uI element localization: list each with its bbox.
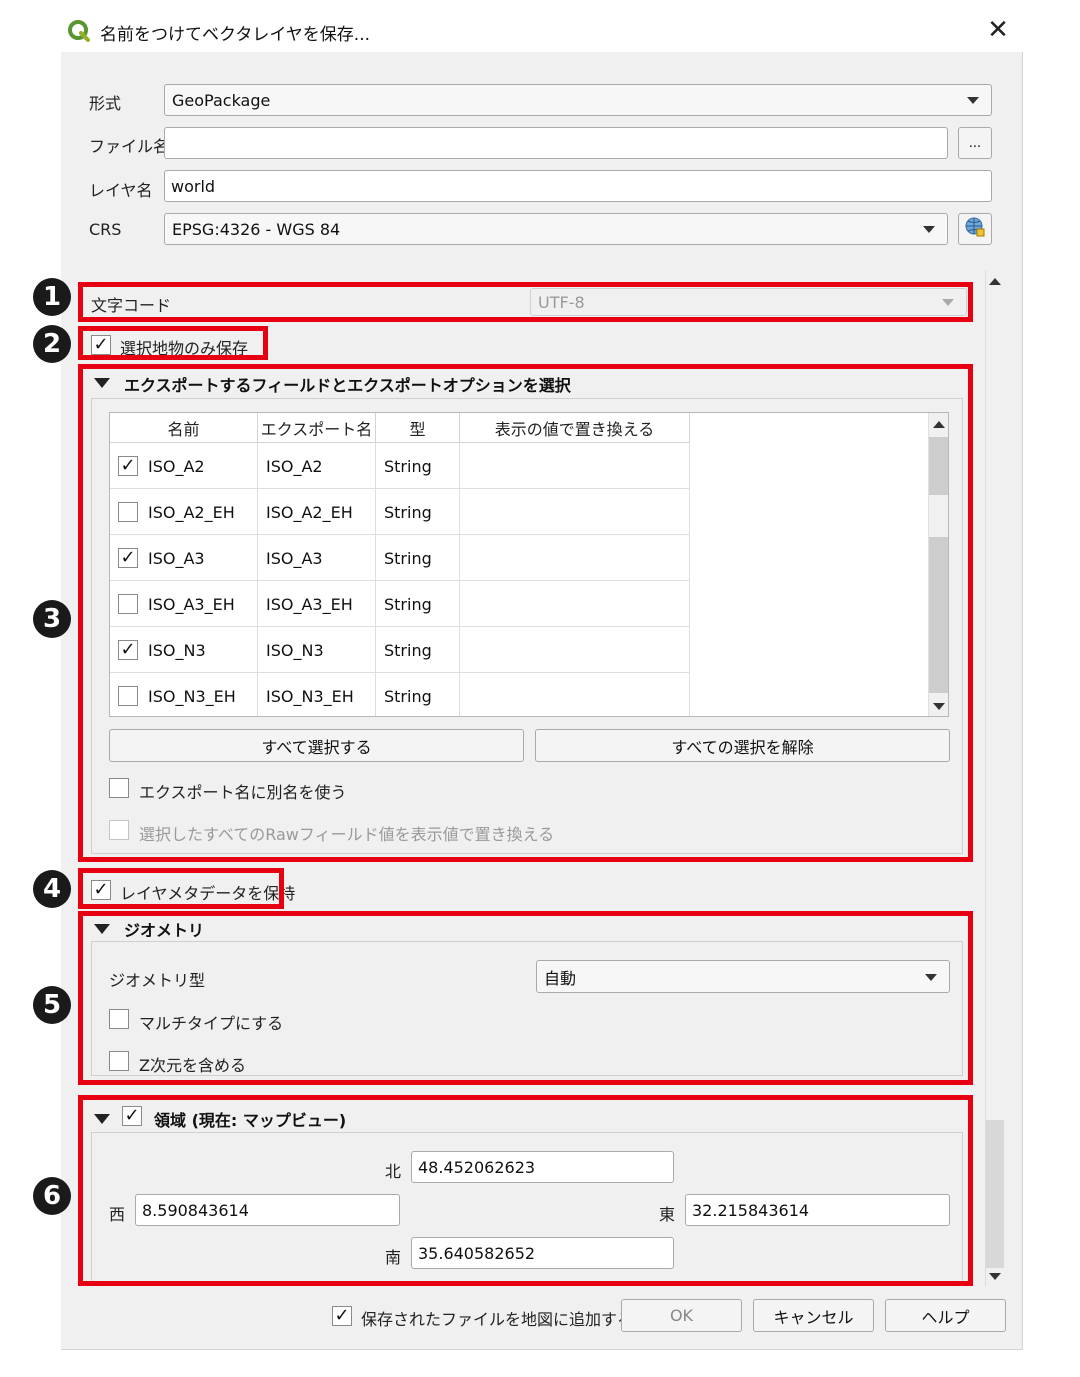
qgis-app-icon bbox=[67, 19, 91, 43]
browse-button[interactable]: ... bbox=[958, 127, 992, 159]
dialog-title: 名前をつけてベクタレイヤを保存... bbox=[100, 25, 371, 45]
crs-label: CRS bbox=[89, 220, 122, 239]
annotation-marker-2: 2 bbox=[33, 325, 71, 363]
format-value: GeoPackage bbox=[172, 90, 271, 110]
annotation-marker-5: 5 bbox=[33, 986, 71, 1024]
highlight-box-2 bbox=[78, 326, 268, 360]
highlight-box-5 bbox=[78, 911, 973, 1085]
globe-icon bbox=[964, 216, 986, 242]
layer-name-label: レイヤ名 bbox=[89, 181, 153, 200]
checkmark-icon: ✓ bbox=[334, 1305, 350, 1326]
annotation-marker-3: 3 bbox=[33, 600, 71, 638]
crs-select[interactable]: EPSG:4326 - WGS 84 bbox=[164, 213, 948, 245]
layer-name-field[interactable]: world bbox=[164, 170, 992, 202]
annotation-marker-4: 4 bbox=[33, 870, 71, 908]
annotation-marker-1: 1 bbox=[33, 278, 71, 316]
scroll-up-icon[interactable] bbox=[989, 278, 1001, 285]
filename-label: ファイル名 bbox=[89, 137, 170, 156]
highlight-box-4 bbox=[78, 868, 284, 909]
highlight-box-6 bbox=[78, 1095, 973, 1286]
format-label: 形式 bbox=[89, 94, 122, 113]
ok-button[interactable]: OK bbox=[621, 1299, 742, 1332]
crs-value: EPSG:4326 - WGS 84 bbox=[172, 219, 341, 239]
add-to-map-checkbox[interactable]: ✓ bbox=[332, 1306, 352, 1326]
close-button[interactable]: ✕ bbox=[984, 16, 1012, 44]
highlight-box-1 bbox=[78, 282, 973, 322]
main-scrollbar-thumb[interactable] bbox=[986, 1120, 1004, 1268]
highlight-box-3 bbox=[78, 364, 973, 862]
annotation-marker-6: 6 bbox=[33, 1177, 71, 1215]
format-select[interactable]: GeoPackage bbox=[164, 84, 992, 116]
scroll-down-icon[interactable] bbox=[989, 1273, 1001, 1280]
chevron-down-icon bbox=[967, 97, 979, 104]
crs-picker-button[interactable] bbox=[958, 213, 992, 245]
help-button[interactable]: ヘルプ bbox=[885, 1299, 1006, 1332]
filename-field[interactable] bbox=[164, 127, 948, 159]
close-icon: ✕ bbox=[987, 15, 1009, 45]
chevron-down-icon bbox=[923, 226, 935, 233]
cancel-button[interactable]: キャンセル bbox=[753, 1299, 874, 1332]
add-to-map-label: 保存されたファイルを地図に追加する bbox=[361, 1310, 634, 1329]
